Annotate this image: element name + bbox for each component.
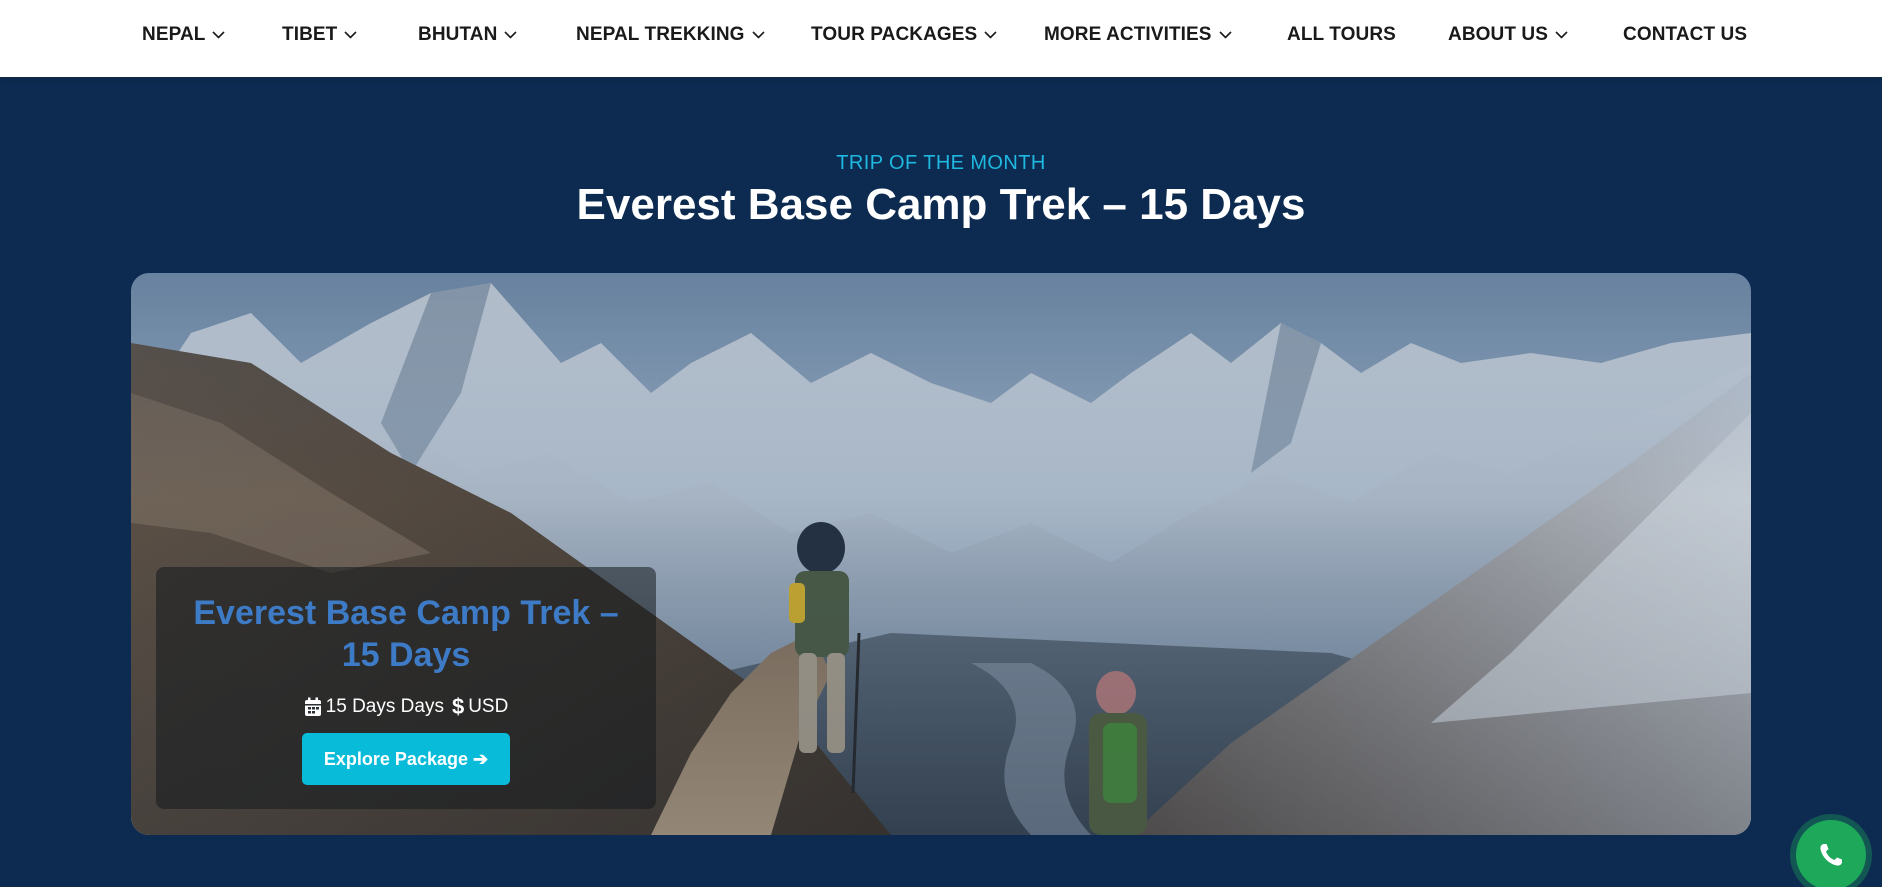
nav-item-more-activities[interactable]: MORE ACTIVITIES [1044,23,1233,47]
chevron-down-icon [984,31,997,39]
nav-item-nepal[interactable]: NEPAL [142,23,226,47]
nav-item-tibet[interactable]: TIBET [282,23,358,47]
chevron-down-icon [504,31,517,39]
nav-list: NEPAL TIBET BHUTAN NEPAL TREKKING TOUR P… [0,0,1882,72]
nav-item-label: CONTACT US [1623,24,1748,45]
price-text: USD [468,696,509,717]
nav-item-bhutan[interactable]: BHUTAN [418,23,518,47]
chevron-down-icon [751,31,765,39]
nav-item-nepal-trekking[interactable]: NEPAL TREKKING [576,23,766,47]
phone-icon [1820,844,1842,866]
nav-item-label: TIBET [282,24,338,45]
nav-item-about-us[interactable]: ABOUT US [1448,23,1569,47]
nav-item-contact-us[interactable]: CONTACT US [1623,23,1747,47]
main-navigation: NEPAL TIBET BHUTAN NEPAL TREKKING TOUR P… [0,0,1882,77]
nav-item-label: ALL TOURS [1287,24,1396,45]
section-headline: Everest Base Camp Trek – 15 Days [576,180,1306,229]
section-eyebrow: TRIP OF THE MONTH [836,152,1046,174]
nav-item-all-tours[interactable]: ALL TOURS [1287,23,1396,47]
nav-item-tour-packages[interactable]: TOUR PACKAGES [811,23,998,47]
duration-text: 15 Days Days [325,696,444,717]
trip-card: Everest Base Camp Trek – 15 Days 15 Days… [156,567,656,809]
dollar-icon: $ [451,694,465,719]
card-meta: 15 Days Days $ USD [156,694,656,720]
chevron-down-icon [344,31,357,39]
card-title: Everest Base Camp Trek – 15 Days [193,594,619,674]
chevron-down-icon [1219,31,1232,39]
nav-item-label: NEPAL TREKKING [576,24,745,45]
calendar-icon [304,697,322,717]
call-button[interactable] [1796,820,1866,887]
nav-item-label: NEPAL [142,24,206,45]
nav-item-label: ABOUT US [1448,24,1549,45]
explore-package-button[interactable]: Explore Package ➔ [302,733,510,785]
chevron-down-icon [1555,31,1568,39]
nav-item-label: MORE ACTIVITIES [1044,24,1212,45]
chevron-down-icon [212,31,226,39]
nav-item-label: TOUR PACKAGES [811,24,978,45]
nav-item-label: BHUTAN [418,24,498,45]
